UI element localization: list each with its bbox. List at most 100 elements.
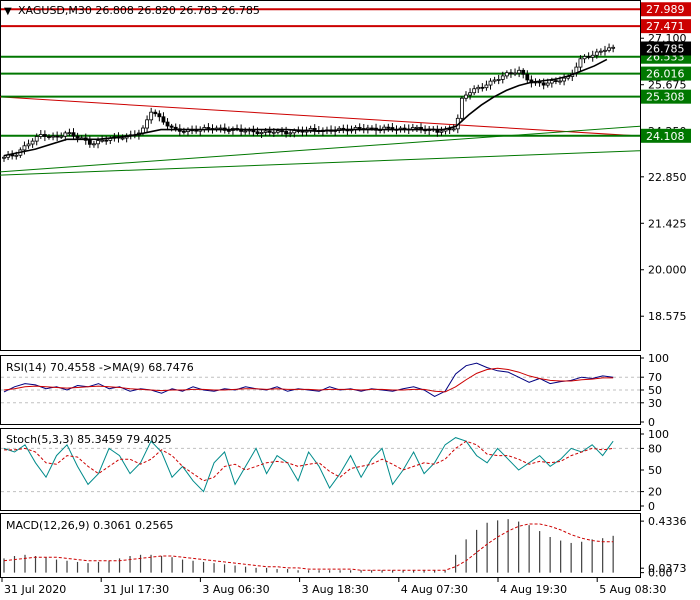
time-tick-label: 3 Aug 06:30 bbox=[202, 583, 269, 596]
price-tick-label: 18.575 bbox=[648, 310, 687, 323]
macd-label: MACD(12,26,9) 0.3061 0.2565 bbox=[6, 519, 174, 532]
candle-body bbox=[153, 111, 158, 115]
stochastic-tick-label: 20 bbox=[648, 486, 662, 499]
stochastic-series-1 bbox=[4, 440, 614, 482]
candle-body bbox=[30, 140, 35, 145]
candle-body bbox=[509, 72, 513, 75]
level-label: 24.108 bbox=[646, 130, 685, 143]
candle-body bbox=[280, 130, 284, 133]
candle-body bbox=[206, 127, 211, 129]
candle-body bbox=[255, 131, 260, 134]
candle-body bbox=[71, 132, 76, 137]
candle-body bbox=[34, 136, 39, 142]
price-pane-frame bbox=[0, 0, 641, 351]
price-tick-label: 20.000 bbox=[648, 264, 687, 277]
trading-chart[interactable]: 27.10025.67524.25022.85021.42520.00018.5… bbox=[0, 0, 700, 600]
candle-body bbox=[480, 86, 485, 89]
time-tick-label: 3 Aug 18:30 bbox=[302, 583, 369, 596]
chart-window: 27.10025.67524.25022.85021.42520.00018.5… bbox=[0, 0, 700, 600]
stochastic-tick-label: 80 bbox=[648, 442, 662, 455]
symbol-dropdown-icon[interactable]: ▼ bbox=[4, 6, 12, 17]
candle-body bbox=[173, 126, 178, 130]
candle-body bbox=[59, 135, 64, 138]
candle-body bbox=[451, 128, 456, 131]
stochastic-tick-label: 50 bbox=[648, 464, 662, 477]
candle-body bbox=[517, 69, 522, 74]
candle-body bbox=[271, 131, 276, 134]
time-tick-label: 4 Aug 19:30 bbox=[500, 583, 567, 596]
candle-body bbox=[2, 156, 6, 159]
candle-body bbox=[96, 140, 100, 145]
candle-body bbox=[312, 128, 317, 131]
candle-body bbox=[42, 134, 47, 137]
candle-body bbox=[513, 72, 517, 75]
rsi-tick-label: 70 bbox=[648, 371, 662, 384]
candle-body bbox=[181, 130, 186, 133]
rsi-tick-label: 50 bbox=[648, 384, 662, 397]
candle-body bbox=[284, 131, 288, 135]
level-label: 26.016 bbox=[646, 68, 685, 81]
candle-body bbox=[611, 46, 616, 49]
candle-body bbox=[263, 130, 268, 133]
candle-body bbox=[92, 143, 96, 146]
candle-body bbox=[149, 111, 154, 121]
candle-body bbox=[165, 121, 170, 127]
candle-body bbox=[26, 143, 31, 147]
candle-body bbox=[545, 82, 550, 86]
candle-body bbox=[439, 130, 444, 133]
candle-body bbox=[120, 137, 125, 140]
candle-body bbox=[496, 79, 501, 81]
macd-tick-label: 0.00 bbox=[648, 567, 673, 580]
candle-body bbox=[492, 79, 497, 82]
candle-body bbox=[598, 50, 603, 53]
candle-body bbox=[169, 125, 174, 128]
candle-body bbox=[472, 88, 477, 94]
candle-body bbox=[586, 56, 591, 58]
candle-body bbox=[488, 80, 493, 86]
candle-body bbox=[459, 97, 464, 119]
rsi-tick-label: 100 bbox=[648, 352, 669, 365]
candle-body bbox=[47, 136, 51, 138]
candle-body bbox=[38, 134, 43, 137]
rsi-tick-label: 30 bbox=[648, 397, 662, 410]
candle-body bbox=[308, 128, 313, 131]
candle-body bbox=[157, 113, 162, 118]
time-tick-label: 31 Jul 17:30 bbox=[103, 583, 169, 596]
time-tick-label: 31 Jul 2020 bbox=[4, 583, 66, 596]
candle-body bbox=[100, 139, 105, 142]
candle-body bbox=[590, 54, 595, 58]
candle-body bbox=[562, 77, 567, 82]
candle-body bbox=[415, 126, 419, 129]
level-label: 25.308 bbox=[646, 91, 685, 104]
stochastic-tick-label: 100 bbox=[648, 428, 669, 441]
trendline-support bbox=[0, 125, 641, 173]
candle-body bbox=[288, 132, 293, 135]
candle-body bbox=[541, 82, 546, 86]
current-price-label: 26.785 bbox=[646, 43, 685, 56]
candle-body bbox=[476, 86, 481, 90]
stoch-label: Stoch(5,3,3) 85.3459 79.4025 bbox=[6, 433, 172, 446]
candle-body bbox=[55, 135, 60, 138]
candle-body bbox=[267, 130, 272, 133]
symbol-header: XAGUSD,M30 26.808 26.820 26.783 26.785 bbox=[18, 4, 260, 17]
candle-body bbox=[145, 119, 149, 129]
candle-body bbox=[525, 73, 530, 81]
trendline-support bbox=[0, 150, 641, 176]
level-label: 27.989 bbox=[646, 3, 685, 16]
candle-body bbox=[357, 127, 362, 129]
candle-body bbox=[594, 51, 599, 56]
candle-body bbox=[468, 92, 472, 96]
candle-body bbox=[386, 126, 391, 129]
candle-body bbox=[226, 129, 231, 132]
candle-body bbox=[14, 154, 19, 157]
candle-body bbox=[51, 135, 55, 138]
candle-body bbox=[67, 132, 72, 135]
candle-body bbox=[464, 94, 468, 99]
candle-body bbox=[22, 145, 27, 151]
candle-body bbox=[161, 116, 166, 123]
candle-body bbox=[521, 69, 526, 75]
candle-body bbox=[603, 49, 607, 52]
macd-tick-label: 0.4336 bbox=[648, 515, 687, 528]
candle-body bbox=[500, 75, 505, 80]
time-axis: 31 Jul 2020 31 Jul 17:30 3 Aug 06:30 3 Aug … bbox=[1, 578, 666, 596]
